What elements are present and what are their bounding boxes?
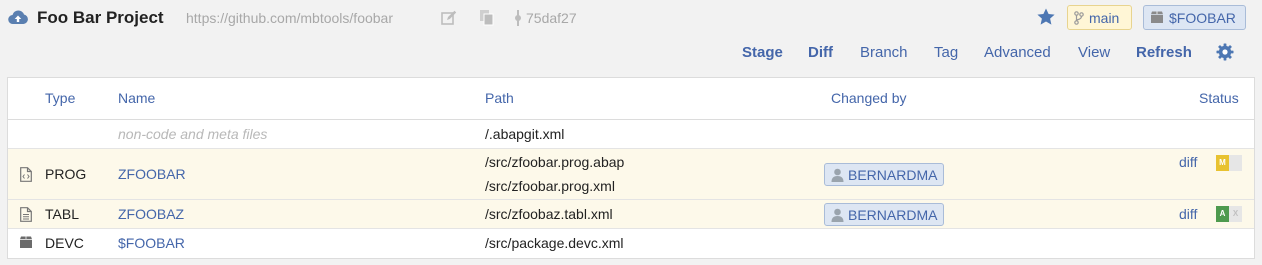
package-badge[interactable]: $FOOBAR (1143, 5, 1246, 30)
user-icon (831, 168, 844, 182)
code-file-icon (20, 167, 32, 182)
gear-icon[interactable] (1216, 43, 1234, 61)
package-name: $FOOBAR (1169, 10, 1236, 26)
edit-icon[interactable] (441, 10, 457, 26)
user-name: BERNARDMA (848, 207, 938, 223)
column-header-name: Name (118, 90, 156, 106)
refresh-button[interactable]: Refresh (1136, 44, 1192, 61)
row-path[interactable]: /.abapgit.xml (485, 126, 564, 142)
table-row: PROG ZFOOBAR /src/zfoobar.prog.abap /src… (8, 149, 1254, 200)
file-icon (20, 207, 32, 222)
column-header-type: Type (45, 90, 76, 106)
diff-link[interactable]: diff (1179, 206, 1197, 222)
copy-icon[interactable] (479, 9, 495, 26)
table-row: non-code and meta files /.abapgit.xml (8, 120, 1254, 149)
row-name-link[interactable]: ZFOOBAR (118, 166, 186, 182)
commit-hash: 75daf27 (526, 10, 577, 26)
state-local-badge: M (1216, 155, 1229, 171)
view-menu[interactable]: View (1078, 44, 1110, 61)
row-path[interactable]: /src/zfoobar.prog.abap (485, 154, 624, 170)
row-name-link[interactable]: ZFOOBAZ (118, 206, 184, 222)
repo-url-link[interactable]: https://github.com/mbtools/foobar (186, 10, 393, 26)
advanced-menu[interactable]: Advanced (984, 44, 1051, 61)
state-remote-badge (1229, 155, 1242, 171)
user-name: BERNARDMA (848, 167, 938, 183)
row-path[interactable]: /src/zfoobar.prog.xml (485, 178, 615, 194)
diff-button[interactable]: Diff (808, 44, 833, 61)
diff-link[interactable]: diff (1179, 154, 1197, 170)
column-header-status: Status (1199, 90, 1239, 106)
table-row: DEVC $FOOBAR /src/package.devc.xml (8, 229, 1254, 258)
git-branch-icon (1074, 11, 1084, 25)
user-badge[interactable]: BERNARDMA (824, 203, 945, 226)
row-type: DEVC (45, 235, 84, 251)
stage-button[interactable]: Stage (742, 44, 783, 61)
user-icon (831, 208, 844, 222)
state-remote-badge: X (1229, 206, 1242, 222)
repo-header: Foo Bar Project https://github.com/mbtoo… (0, 0, 1262, 36)
package-icon (20, 236, 32, 248)
star-icon[interactable] (1036, 7, 1056, 27)
repo-file-table: Type Name Path Changed by Status non-cod… (7, 77, 1255, 259)
row-path[interactable]: /src/package.devc.xml (485, 235, 624, 251)
package-icon (1151, 11, 1163, 23)
branch-menu[interactable]: Branch (860, 44, 908, 61)
row-name-link[interactable]: $FOOBAR (118, 235, 185, 251)
cloud-upload-icon (8, 10, 28, 25)
column-header-changed-by: Changed by (831, 90, 907, 106)
commit-icon (515, 10, 521, 26)
row-type: TABL (45, 206, 79, 222)
row-type: PROG (45, 166, 87, 182)
table-row: TABL ZFOOBAZ /src/zfoobaz.tabl.xml BERNA… (8, 200, 1254, 229)
branch-badge[interactable]: main (1067, 5, 1132, 30)
project-name: Foo Bar Project (37, 8, 164, 27)
column-header-path: Path (485, 90, 514, 106)
row-name: non-code and meta files (118, 126, 268, 142)
action-toolbar: Stage Diff Branch Tag Advanced View Refr… (0, 40, 1262, 66)
state-local-badge: A (1216, 206, 1229, 222)
branch-name: main (1089, 10, 1120, 26)
user-badge[interactable]: BERNARDMA (824, 163, 945, 186)
row-path[interactable]: /src/zfoobaz.tabl.xml (485, 206, 613, 222)
tag-menu[interactable]: Tag (934, 44, 958, 61)
